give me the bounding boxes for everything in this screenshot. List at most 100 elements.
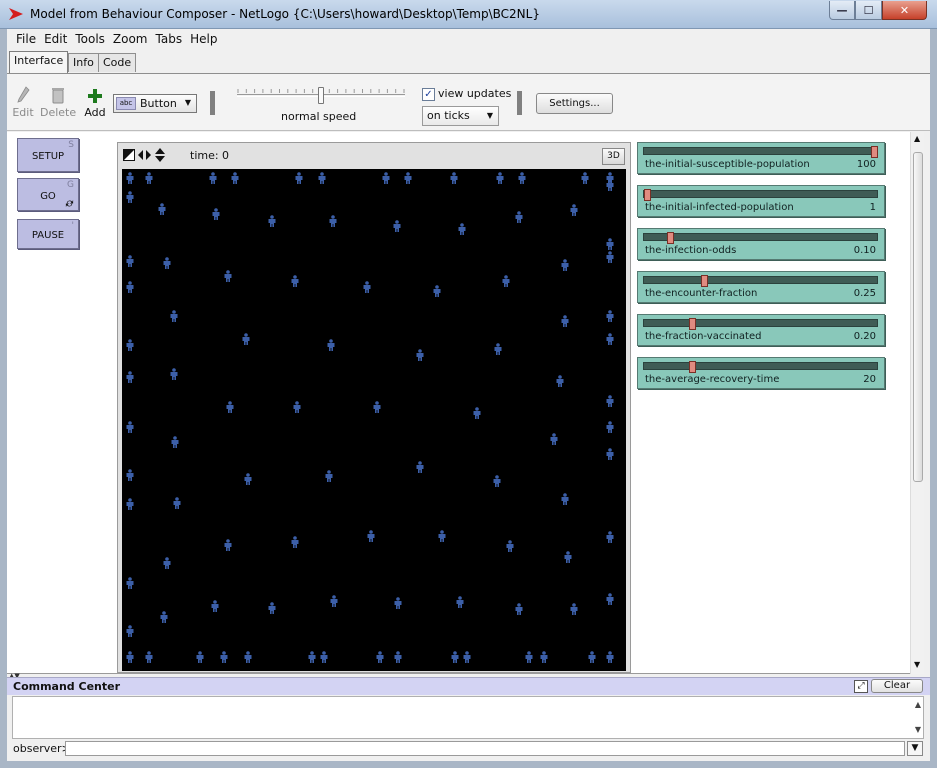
person-turtle-icon	[163, 557, 171, 569]
person-turtle-icon	[394, 651, 402, 663]
slider-track[interactable]	[643, 147, 878, 155]
add-tool[interactable]: Add	[83, 84, 107, 119]
setup-shortcut-key: S	[68, 140, 74, 150]
person-turtle-icon	[416, 461, 424, 473]
title-bar[interactable]: Model from Behaviour Composer - NetLogo …	[0, 0, 937, 29]
slider-track[interactable]	[643, 233, 878, 241]
interface-scrollbar[interactable]: ▲ ▼	[910, 132, 924, 674]
tab-code[interactable]: Code	[98, 53, 137, 72]
tab-info[interactable]: Info	[68, 53, 99, 72]
world-view: time: 0 3D	[117, 142, 631, 673]
slider-track[interactable]	[643, 190, 878, 198]
window-title: Model from Behaviour Composer - NetLogo …	[30, 7, 540, 21]
command-center-title: Command Center	[13, 680, 121, 693]
person-turtle-icon	[308, 651, 316, 663]
agent-type-prompt[interactable]: observer>	[13, 742, 71, 755]
zoom-icon[interactable]	[123, 149, 135, 161]
person-turtle-icon	[561, 259, 569, 271]
interface-toolbar: Edit Delete Add abc Button ▼ normal spee…	[7, 73, 930, 131]
scroll-up-icon[interactable]: ▲	[914, 134, 920, 143]
person-turtle-icon	[502, 275, 510, 287]
menu-edit[interactable]: Edit	[40, 32, 71, 46]
history-dropdown-button[interactable]: ▼	[907, 741, 923, 756]
person-turtle-icon	[416, 349, 424, 361]
scroll-down-icon[interactable]: ▼	[914, 660, 920, 669]
slider-initial-infected-population[interactable]: the-initial-infected-population 1	[637, 185, 885, 217]
slider-encounter-fraction[interactable]: the-encounter-fraction 0.25	[637, 271, 885, 303]
slider-value: 100	[856, 159, 876, 170]
menu-file[interactable]: File	[12, 32, 40, 46]
person-turtle-icon	[382, 172, 390, 184]
slider-initial-susceptible-population[interactable]: the-initial-susceptible-population 100	[637, 142, 885, 174]
command-center-header: Command Center ⤢ Clear	[7, 677, 930, 695]
toolbar-separator	[210, 91, 215, 115]
menu-tabs[interactable]: Tabs	[152, 32, 187, 46]
person-turtle-icon	[506, 540, 514, 552]
minimize-button[interactable]: —	[829, 1, 855, 20]
person-turtle-icon	[496, 172, 504, 184]
update-mode-value: on ticks	[427, 109, 470, 122]
slider-thumb[interactable]	[689, 318, 696, 330]
person-turtle-icon	[570, 603, 578, 615]
slider-fraction-vaccinated[interactable]: the-fraction-vaccinated 0.20	[637, 314, 885, 346]
slider-value: 1	[869, 202, 876, 213]
menu-tools[interactable]: Tools	[71, 32, 109, 46]
widget-type-select[interactable]: abc Button ▼	[113, 94, 197, 113]
command-output[interactable]: ▲ ▼	[12, 696, 924, 739]
person-turtle-icon	[404, 172, 412, 184]
maximize-button[interactable]: ☐	[855, 1, 882, 20]
tab-interface[interactable]: Interface	[9, 51, 69, 73]
speed-slider-thumb[interactable]	[318, 87, 324, 104]
person-turtle-icon	[126, 577, 134, 589]
person-turtle-icon	[171, 436, 179, 448]
person-turtle-icon	[606, 448, 614, 460]
slider-track[interactable]	[643, 319, 878, 327]
clear-button[interactable]: Clear	[871, 679, 923, 693]
tab-strip: Interface Info Code	[7, 51, 930, 73]
scrollbar-thumb[interactable]	[913, 152, 923, 482]
person-turtle-icon	[291, 275, 299, 287]
close-icon: ✕	[899, 3, 910, 17]
person-turtle-icon	[556, 375, 564, 387]
person-turtle-icon	[209, 172, 217, 184]
update-mode-select[interactable]: on ticks ▼	[422, 106, 499, 126]
edit-label: Edit	[12, 106, 34, 119]
slider-track[interactable]	[643, 276, 878, 284]
menu-zoom[interactable]: Zoom	[109, 32, 152, 46]
slider-name: the-fraction-vaccinated	[645, 331, 762, 342]
slider-thumb[interactable]	[871, 146, 878, 158]
slider-thumb[interactable]	[689, 361, 696, 373]
menu-help[interactable]: Help	[186, 32, 221, 46]
pause-button[interactable]: ' PAUSE	[17, 219, 79, 249]
settings-button[interactable]: Settings...	[536, 93, 613, 114]
close-button[interactable]: ✕	[882, 1, 927, 20]
view-3d-button[interactable]: 3D	[602, 148, 625, 165]
world-canvas[interactable]	[122, 169, 626, 671]
orbit-icon[interactable]	[155, 148, 165, 162]
delete-tool[interactable]: Delete	[40, 84, 76, 119]
interface-canvas[interactable]: S SETUP G GO ' PAUSE time: 0 3D the-init…	[7, 132, 910, 674]
slider-name: the-initial-susceptible-population	[645, 159, 810, 170]
slider-average-recovery-time[interactable]: the-average-recovery-time 20	[637, 357, 885, 389]
setup-button[interactable]: S SETUP	[17, 138, 79, 172]
expand-icon[interactable]: ⤢	[854, 680, 868, 693]
person-turtle-icon	[540, 651, 548, 663]
move-icon[interactable]	[138, 150, 151, 160]
person-turtle-icon	[515, 211, 523, 223]
person-turtle-icon	[550, 433, 558, 445]
slider-infection-odds[interactable]: the-infection-odds 0.10	[637, 228, 885, 260]
scroll-up-icon[interactable]: ▲	[915, 700, 921, 709]
go-button[interactable]: G GO	[17, 178, 79, 211]
person-turtle-icon	[525, 651, 533, 663]
slider-thumb[interactable]	[701, 275, 708, 287]
slider-thumb[interactable]	[644, 189, 651, 201]
edit-tool[interactable]: Edit	[10, 84, 36, 119]
command-input[interactable]	[65, 741, 905, 756]
person-turtle-icon	[606, 238, 614, 250]
view-updates-checkbox[interactable]: ✓	[422, 88, 435, 101]
slider-thumb[interactable]	[667, 232, 674, 244]
scroll-down-icon[interactable]: ▼	[915, 725, 921, 734]
person-turtle-icon	[196, 651, 204, 663]
person-turtle-icon	[173, 497, 181, 509]
slider-track[interactable]	[643, 362, 878, 370]
